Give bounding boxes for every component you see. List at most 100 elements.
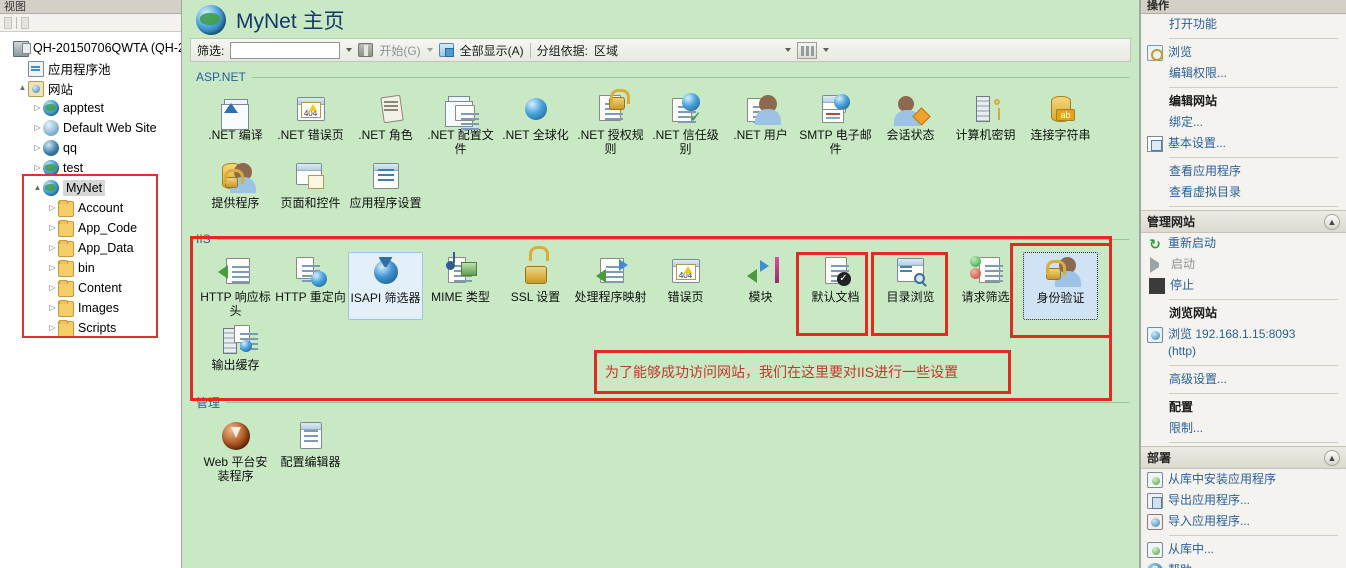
feature-tile-handler-mappings[interactable]: 处理程序映射: [573, 252, 648, 320]
action-item[interactable]: 查看虚拟目录: [1141, 182, 1346, 203]
action-item[interactable]: 高级设置...: [1141, 369, 1346, 390]
action-item[interactable]: 打开功能: [1141, 14, 1346, 35]
action-item-label: 打开功能: [1169, 17, 1218, 31]
expand-arrow-icon[interactable]: ▷: [32, 158, 43, 178]
feature-tile-smtp-email[interactable]: SMTP 电子邮件: [798, 90, 873, 158]
filter-dropdown-icon[interactable]: [346, 48, 353, 52]
expand-arrow-icon[interactable]: ▷: [47, 278, 58, 298]
tree-node-[interactable]: 应用程序池: [2, 58, 181, 78]
tree-node-qh20150706qwtaqh2[interactable]: QH-20150706QWTA (QH-2: [2, 38, 181, 58]
actions-list[interactable]: 打开功能 浏览 编辑权限... 编辑网站 绑定... 基本设置... 查看应用程序 查看虚拟目…: [1141, 14, 1346, 568]
collapse-arrow-icon[interactable]: ▲: [17, 78, 28, 98]
action-item[interactable]: ? 帮助: [1141, 560, 1346, 568]
feature-tile-pages-and-controls[interactable]: 页面和控件: [273, 158, 348, 222]
expand-arrow-icon[interactable]: ▷: [47, 258, 58, 278]
filter-toolbar[interactable]: 筛选: 开始(G) 全部显示(A) 分组依据: 区域: [190, 38, 1131, 62]
chevron-up-icon[interactable]: ▲: [1324, 449, 1340, 466]
expand-arrow-icon[interactable]: ▷: [32, 138, 43, 158]
deploy-section-header[interactable]: 部署 ▲: [1141, 446, 1346, 469]
feature-tile-http-response-headers[interactable]: HTTP 响应标头: [198, 252, 273, 320]
feature-tile-ssl-settings[interactable]: SSL 设置: [498, 252, 573, 320]
action-item[interactable]: 浏览: [1141, 42, 1346, 63]
feature-tile-modules[interactable]: 模块: [723, 252, 798, 320]
show-all-button[interactable]: 全部显示(A): [460, 42, 524, 59]
filter-input[interactable]: [230, 41, 341, 59]
action-item[interactable]: 编辑权限...: [1141, 63, 1346, 84]
binoculars-icon[interactable]: [358, 43, 374, 57]
feature-tile-application-settings[interactable]: 应用程序设置: [348, 158, 423, 222]
feature-tile-net-globalization[interactable]: .NET 全球化: [498, 90, 573, 158]
tree-node-bin[interactable]: ▷ bin: [2, 258, 181, 278]
tree-node-account[interactable]: ▷ Account: [2, 198, 181, 218]
action-item[interactable]: 启动: [1141, 254, 1346, 275]
feature-tile-label: 应用程序设置: [349, 196, 422, 210]
group-by-dropdown-icon[interactable]: [785, 48, 792, 52]
feature-tile-configuration-editor[interactable]: 配置编辑器: [273, 417, 348, 485]
feature-tile-mime-types[interactable]: MIME 类型: [423, 252, 498, 320]
feature-tile-net-users[interactable]: .NET 用户: [723, 90, 798, 158]
feature-tile-providers[interactable]: 提供程序: [198, 158, 273, 222]
tree-node-images[interactable]: ▷ Images: [2, 298, 181, 318]
feature-tile-default-document[interactable]: ✓ 默认文档: [798, 252, 873, 320]
tree-node-scripts[interactable]: ▷ Scripts: [2, 318, 181, 338]
feature-tile-net-compile[interactable]: .NET 编译: [198, 90, 273, 158]
chevron-up-icon[interactable]: ▲: [1324, 213, 1340, 230]
start-button[interactable]: 开始(G): [379, 42, 420, 59]
browse-site-action[interactable]: 浏览 192.168.1.15:8093 (http): [1141, 324, 1346, 362]
feature-tile-isapi-filters[interactable]: ISAPI 筛选器: [348, 252, 423, 320]
site-tree[interactable]: QH-20150706QWTA (QH-2 应用程序池 ▲ 网站 ▷ apptest ▷ De…: [0, 32, 181, 338]
expand-arrow-icon[interactable]: ▷: [47, 238, 58, 258]
tree-node-app_data[interactable]: ▷ App_Data: [2, 238, 181, 258]
feature-tile-label: 处理程序映射: [574, 290, 647, 304]
expand-arrow-icon[interactable]: ▷: [47, 298, 58, 318]
action-item[interactable]: 绑定...: [1141, 112, 1346, 133]
view-mode-dropdown-icon[interactable]: [823, 48, 830, 52]
tree-node-qq[interactable]: ▷ qq: [2, 138, 181, 158]
action-item[interactable]: 查看应用程序: [1141, 161, 1346, 182]
expand-arrow-icon[interactable]: ▷: [47, 218, 58, 238]
start-dropdown-icon[interactable]: [426, 48, 433, 52]
tree-node-defaultwebsite[interactable]: ▷ Default Web Site: [2, 118, 181, 138]
feature-tile-connection-strings[interactable]: ab 连接字符串: [1023, 90, 1098, 158]
feature-tile-directory-browsing[interactable]: 目录浏览: [873, 252, 948, 320]
feature-tile-net-error-pages[interactable]: 404 .NET 错误页: [273, 90, 348, 158]
show-all-icon[interactable]: [438, 43, 454, 57]
tree-node-app_code[interactable]: ▷ App_Code: [2, 218, 181, 238]
action-item[interactable]: 从库中...: [1141, 539, 1346, 560]
feature-tile-net-profile[interactable]: .NET 配置文件: [423, 90, 498, 158]
tree-toolbar[interactable]: [0, 14, 181, 32]
action-item[interactable]: 基本设置...: [1141, 133, 1346, 154]
tree-toolbar-button-1[interactable]: [4, 16, 12, 29]
tree-node-test[interactable]: ▷ test: [2, 158, 181, 178]
expand-arrow-icon[interactable]: ▷: [32, 98, 43, 118]
feature-tile-authentication[interactable]: 身份验证: [1023, 252, 1098, 320]
feature-tile-machine-key[interactable]: 计算机密钥: [948, 90, 1023, 158]
tree-node-mynet[interactable]: ▲ MyNet: [2, 178, 181, 198]
tree-toolbar-button-2[interactable]: [21, 16, 29, 29]
group-by-value[interactable]: 区域: [594, 42, 779, 59]
action-item[interactable]: 导入应用程序...: [1141, 511, 1346, 532]
expand-arrow-icon[interactable]: ▷: [47, 318, 58, 338]
action-item[interactable]: 导出应用程序...: [1141, 490, 1346, 511]
feature-tile-web-platform-installer[interactable]: Web 平台安装程序: [198, 417, 273, 485]
feature-tile-output-caching[interactable]: 输出缓存: [198, 320, 273, 384]
feature-tile-net-authorization[interactable]: .NET 授权规则: [573, 89, 648, 158]
feature-tile-http-redirect[interactable]: HTTP 重定向: [273, 252, 348, 320]
feature-tile-net-roles[interactable]: .NET 角色: [348, 90, 423, 158]
feature-tile-session-state[interactable]: 会话状态: [873, 90, 948, 158]
action-item[interactable]: ↻ 重新启动: [1141, 233, 1346, 254]
expand-arrow-icon[interactable]: ▷: [32, 118, 43, 138]
feature-tile-error-pages[interactable]: 404 错误页: [648, 252, 723, 320]
action-item[interactable]: 停止: [1141, 275, 1346, 296]
feature-tile-net-trust-levels[interactable]: ✓ .NET 信任级别: [648, 90, 723, 158]
feature-tile-request-filtering[interactable]: 请求筛选: [948, 252, 1023, 320]
tree-node-content[interactable]: ▷ Content: [2, 278, 181, 298]
action-item[interactable]: 限制...: [1141, 418, 1346, 439]
collapse-arrow-icon[interactable]: ▲: [32, 178, 43, 198]
action-item[interactable]: 从库中安装应用程序: [1141, 469, 1346, 490]
view-mode-button[interactable]: [797, 41, 818, 59]
tree-node-apptest[interactable]: ▷ apptest: [2, 98, 181, 118]
expand-arrow-icon[interactable]: ▷: [47, 198, 58, 218]
tree-node-[interactable]: ▲ 网站: [2, 78, 181, 98]
manage-site-section-header[interactable]: 管理网站 ▲: [1141, 210, 1346, 233]
